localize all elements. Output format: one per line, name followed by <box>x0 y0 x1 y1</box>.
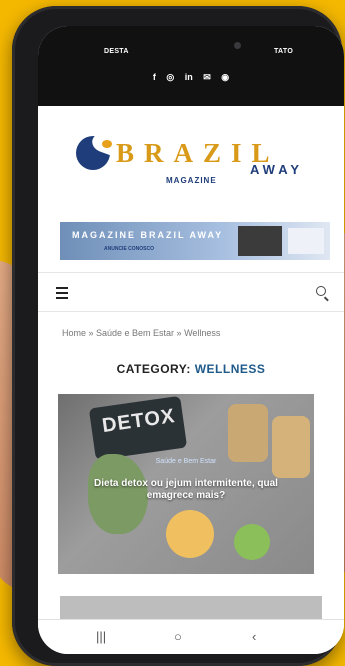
breadcrumb[interactable]: Home » Saúde e Bem Estar » Wellness <box>62 328 220 338</box>
front-camera <box>234 42 241 49</box>
top-bar: DESTA TATO f ◎ in ✉ ◉ <box>38 26 344 106</box>
category-prefix: CATEGORY: <box>116 362 191 376</box>
post-category[interactable]: Saúde e Bem Estar <box>58 458 314 465</box>
top-menu-left[interactable]: DESTA <box>104 48 129 55</box>
banner-photo-passport <box>288 228 324 254</box>
banner-cta: ANUNCIE CONOSCO <box>104 246 155 252</box>
recent-apps-button[interactable]: ||| <box>96 629 106 644</box>
post-title[interactable]: Dieta detox ou jejum intermitente, qual … <box>70 478 302 502</box>
page-title: CATEGORY: WELLNESS <box>38 362 344 376</box>
social-links: f ◎ in ✉ ◉ <box>38 72 344 83</box>
search-icon[interactable] <box>316 286 326 296</box>
juice-jar-image-2 <box>272 416 310 478</box>
post-card[interactable]: DETOX Saúde e Bem Estar Dieta detox ou j… <box>58 394 314 574</box>
email-icon[interactable]: ✉ <box>203 72 211 83</box>
instagram-icon[interactable]: ◎ <box>166 72 174 83</box>
nav-bar <box>38 272 344 312</box>
site-logo[interactable]: BRAZIL AWAY MAGAZINE <box>38 106 344 206</box>
android-nav-bar: ||| ○ ‹ <box>38 619 344 654</box>
kiwi-image <box>234 524 270 560</box>
spotify-icon[interactable]: ◉ <box>221 72 229 83</box>
banner-title: MAGAZINE BRAZIL AWAY <box>72 230 224 240</box>
banner-photo-suitcase <box>238 226 282 256</box>
juice-jar-image <box>228 404 268 462</box>
logo-magazine-text: MAGAZINE <box>166 176 217 185</box>
hamburger-menu-icon[interactable] <box>56 287 68 302</box>
top-menu-right[interactable]: TATO <box>274 48 293 55</box>
phone-frame: DESTA TATO f ◎ in ✉ ◉ BRAZIL AWAY MAGAZI… <box>12 6 344 666</box>
category-name: WELLNESS <box>194 362 266 376</box>
linkedin-icon[interactable]: in <box>185 72 193 82</box>
orange-slice-image <box>166 510 214 558</box>
ad-banner[interactable]: MAGAZINE BRAZIL AWAY ANUNCIE CONOSCO <box>60 222 330 260</box>
back-button[interactable]: ‹ <box>252 629 256 644</box>
logo-away-text: AWAY <box>250 162 304 177</box>
home-button[interactable]: ○ <box>174 629 182 644</box>
phone-screen: DESTA TATO f ◎ in ✉ ◉ BRAZIL AWAY MAGAZI… <box>38 26 344 654</box>
toucan-beak <box>102 140 112 148</box>
facebook-icon[interactable]: f <box>153 72 156 82</box>
